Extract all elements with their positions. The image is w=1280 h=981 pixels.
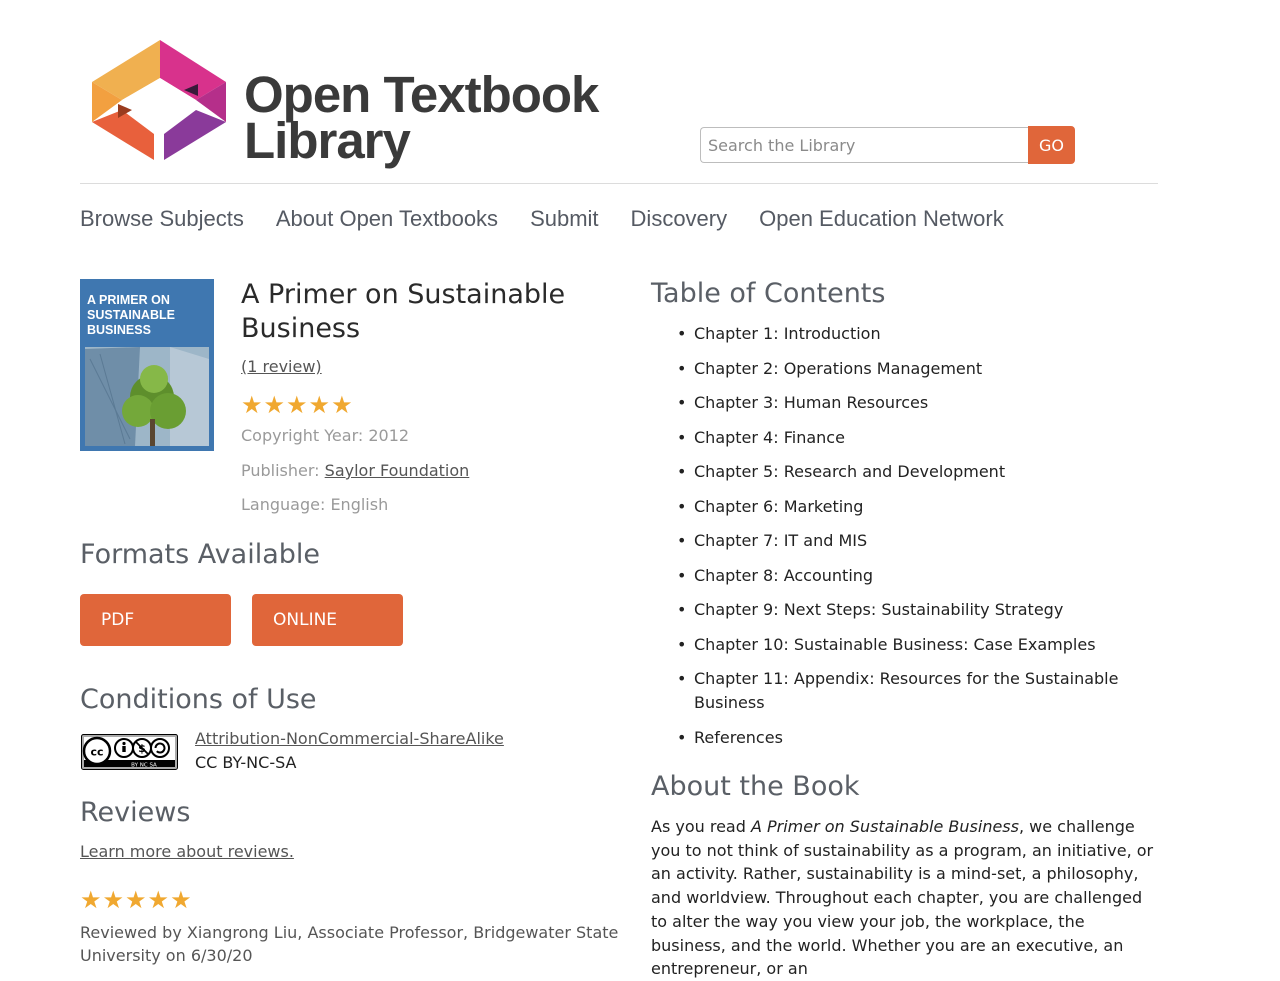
formats-heading: Formats Available	[80, 539, 321, 570]
toc-item: Chapter 3: Human Resources	[677, 391, 1164, 415]
cover-title: A PRIMER ON SUSTAINABLE BUSINESS	[87, 293, 175, 337]
star-icon: ★	[102, 886, 125, 914]
toc-item: Chapter 1: Introduction	[677, 322, 1164, 346]
star-icon: ★	[170, 886, 192, 914]
nav-discovery[interactable]: Discovery	[631, 206, 728, 232]
about-heading: About the Book	[651, 771, 860, 802]
logo-wordmark: Open Textbook Library	[244, 69, 599, 169]
logo-line-2: Library	[244, 112, 411, 169]
publisher-label: Publisher:	[241, 461, 325, 480]
nav-submit[interactable]: Submit	[530, 206, 598, 232]
toc-item: Chapter 4: Finance	[677, 426, 1164, 450]
nav-browse-subjects[interactable]: Browse Subjects	[80, 206, 244, 232]
cc-badge-text: BY NC SA	[131, 763, 157, 769]
star-icon: ★	[331, 391, 353, 419]
cc-license-badge-icon: cc $ BY NC SA	[81, 734, 178, 770]
search-form: GO	[700, 126, 1075, 164]
main-nav: Browse Subjects About Open Textbooks Sub…	[80, 206, 1036, 232]
online-button[interactable]: ONLINE	[252, 594, 403, 646]
toc-item: Chapter 7: IT and MIS	[677, 529, 1164, 553]
site-logo[interactable]: Open Textbook Library	[88, 38, 608, 178]
reviews-heading: Reviews	[80, 797, 191, 828]
toc-heading: Table of Contents	[651, 278, 886, 309]
toc-list: Chapter 1: Introduction Chapter 2: Opera…	[652, 322, 1164, 760]
search-go-button[interactable]: GO	[1028, 126, 1075, 164]
star-icon: ★	[263, 391, 286, 419]
toc-item: Chapter 8: Accounting	[677, 564, 1164, 588]
book-rating: ★ ★ ★ ★ ★	[241, 393, 353, 417]
header-divider	[80, 183, 1158, 184]
search-input[interactable]	[700, 127, 1028, 163]
license-code: CC BY-NC-SA	[195, 753, 297, 772]
svg-text:cc: cc	[90, 746, 103, 759]
book-title: A Primer on Sustainable Business	[241, 279, 566, 344]
toc-item: Chapter 5: Research and Development	[677, 460, 1164, 484]
toc-item: Chapter 2: Operations Management	[677, 357, 1164, 381]
publisher-link[interactable]: Saylor Foundation	[325, 461, 470, 480]
logo-hexagon-icon	[92, 40, 226, 160]
language: Language: English	[241, 495, 389, 514]
conditions-heading: Conditions of Use	[80, 684, 317, 715]
about-book-title: A Primer on Sustainable Business	[750, 817, 1019, 836]
toc-item: Chapter 9: Next Steps: Sustainability St…	[677, 598, 1164, 622]
toc-item: Chapter 6: Marketing	[677, 495, 1164, 519]
toc-item: References	[677, 726, 1164, 750]
star-icon: ★	[125, 886, 147, 914]
about-text-start: As you read	[651, 817, 751, 836]
star-icon: ★	[147, 886, 170, 914]
about-text: As you read A Primer on Sustainable Busi…	[651, 815, 1161, 981]
review-count-link[interactable]: (1 review)	[241, 357, 322, 376]
publisher-line: Publisher: Saylor Foundation	[241, 461, 469, 480]
toc-item: Chapter 10: Sustainable Business: Case E…	[677, 633, 1164, 657]
star-icon: ★	[80, 886, 102, 914]
toc-item: Chapter 11: Appendix: Resources for the …	[677, 667, 1164, 715]
pdf-button[interactable]: PDF	[80, 594, 231, 646]
review-rating: ★ ★ ★ ★ ★	[80, 888, 192, 912]
star-icon: ★	[241, 391, 263, 419]
learn-more-reviews-link[interactable]: Learn more about reviews.	[80, 842, 294, 861]
license-link[interactable]: Attribution-NonCommercial-ShareAlike	[195, 729, 504, 748]
reviewer-info: Reviewed by Xiangrong Liu, Associate Pro…	[80, 923, 619, 965]
star-icon: ★	[308, 391, 331, 419]
book-cover-image: A PRIMER ON SUSTAINABLE BUSINESS	[80, 279, 214, 451]
star-icon: ★	[286, 391, 308, 419]
about-text-rest: , we challenge you to not think of susta…	[651, 817, 1154, 979]
copyright-year: Copyright Year: 2012	[241, 426, 410, 445]
nav-open-education-network[interactable]: Open Education Network	[759, 206, 1004, 232]
nav-about-open-textbooks[interactable]: About Open Textbooks	[276, 206, 498, 232]
